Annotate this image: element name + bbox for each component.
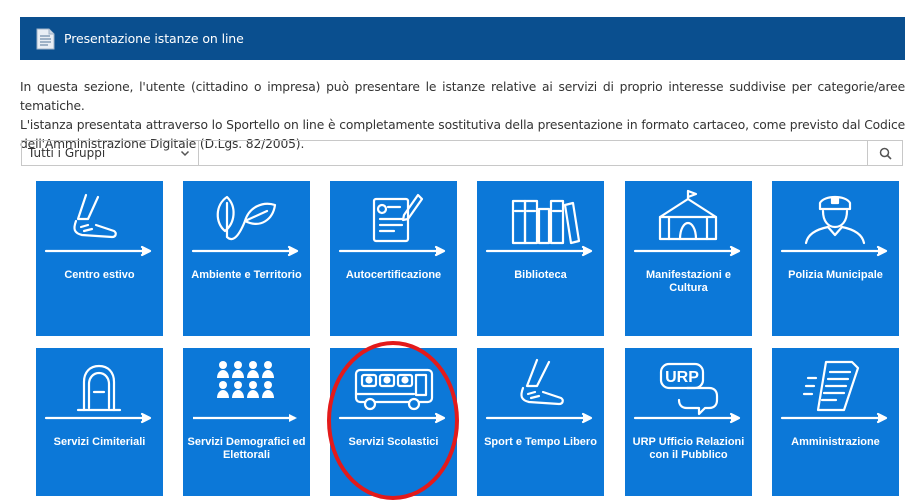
tile-autocertificazione[interactable]: Autocertificazione [330,181,457,336]
tile-label: Manifestazioni e Cultura [646,269,731,294]
document-icon [36,28,55,49]
tile-sport-tempo-libero[interactable]: Sport e Tempo Libero [477,348,604,496]
filter-bar: Tutti i Gruppi [21,140,903,166]
tombstone-icon [44,364,152,424]
running-shoe-icon [44,193,152,257]
search-icon [879,147,892,160]
tile-centro-estivo[interactable]: Centro estivo [36,181,163,336]
circus-tent-icon [633,189,741,257]
highlight-circle [327,341,459,500]
tile-servizi-cimiteriali[interactable]: Servizi Cimiteriali [36,348,163,496]
page-header: Presentazione istanze on line [20,17,905,60]
tile-label: URP Ufficio Relazioni con il Pubblico [632,436,745,461]
document-lines-icon [780,360,888,424]
tile-label: Amministrazione [791,436,880,448]
page-title: Presentazione istanze on line [64,31,244,46]
tile-urp[interactable]: URP URP Ufficio Relazioni con il Pubblic… [625,348,752,496]
search-input[interactable] [199,141,867,165]
tile-biblioteca[interactable]: Biblioteca [477,181,604,336]
tile-polizia-municipale[interactable]: Polizia Municipale [772,181,899,336]
tile-amministrazione[interactable]: Amministrazione [772,348,899,496]
tile-label: Servizi Demografici ed Elettorali [187,436,306,461]
tile-label: Sport e Tempo Libero [484,436,597,448]
tile-label: Polizia Municipale [788,269,883,281]
tile-servizi-demografici[interactable]: Servizi Demografici ed Elettorali [183,348,310,496]
search-button[interactable] [867,141,902,165]
books-icon [485,199,593,257]
group-select[interactable]: Tutti i Gruppi [22,141,199,165]
leaves-icon [191,195,299,257]
police-officer-icon [780,195,888,257]
tile-ambiente-territorio[interactable]: Ambiente e Territorio [183,181,310,336]
urp-speech-bubble-icon: URP [633,362,741,424]
sport-shoe-icon [485,358,593,424]
tile-label: Servizi Cimiteriali [53,436,146,448]
people-group-icon [193,361,297,422]
group-select-value: Tutti i Gruppi [28,146,106,160]
chevron-down-icon [180,150,190,157]
tile-label: Centro estivo [64,269,135,281]
tile-label: Biblioteca [514,269,567,281]
intro-line-1: In questa sezione, l'utente (cittadino o… [20,80,905,113]
tile-label: Ambiente e Territorio [191,269,302,281]
svg-text:URP: URP [665,369,699,386]
tile-label: Autocertificazione [345,269,442,281]
tile-manifestazioni-cultura[interactable]: Manifestazioni e Cultura [625,181,752,336]
document-pen-icon [338,193,446,257]
